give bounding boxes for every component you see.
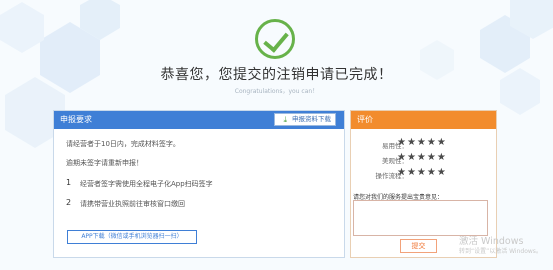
opinion-textarea[interactable]: [353, 200, 488, 236]
step-text-2: 请携带营业执照前往审核窗口缴回: [80, 200, 185, 208]
windows-activation-watermark: 激活 Windows: [459, 236, 524, 247]
step-number-1: 1: [66, 178, 72, 187]
requirements-panel: 申报要求 ⤓ 申报资料下载 请经营者于10日内，完成材料签字。 逾期未签字请重新…: [53, 110, 345, 258]
evaluation-header: 评价: [351, 111, 496, 129]
windows-activation-hint: 转到“设置”以激活 Windows。: [459, 248, 542, 255]
submit-button[interactable]: 提交: [400, 239, 437, 253]
page-title: 恭喜您，您提交的注销申请已完成！: [160, 67, 393, 83]
requirements-header: 申报要求 ⤓ 申报资料下载: [54, 111, 344, 129]
rating-stars-process[interactable]: ★★★★★: [397, 167, 447, 178]
page-subtitle: Congratulations，you can！: [234, 88, 319, 95]
rating-stars-usability[interactable]: ★★★★★: [397, 137, 447, 148]
download-materials-button[interactable]: ⤓ 申报资料下载: [274, 113, 336, 126]
requirement-line-2: 逾期未签字请重新申报！: [66, 159, 143, 167]
requirements-title: 申报要求: [60, 115, 92, 124]
rating-stars-appearance[interactable]: ★★★★★: [397, 152, 447, 163]
requirement-line-1: 请经营者于10日内，完成材料签字。: [66, 140, 180, 148]
app-download-button[interactable]: APP下载（微信或手机浏览器扫一扫）: [67, 230, 197, 244]
success-check-icon: [255, 19, 295, 59]
download-icon: ⤓: [283, 115, 287, 124]
download-materials-label: 申报资料下载: [292, 115, 331, 123]
step-number-2: 2: [66, 198, 72, 207]
step-text-1: 经营者签字需使用全程电子化App扫码签字: [80, 180, 213, 188]
